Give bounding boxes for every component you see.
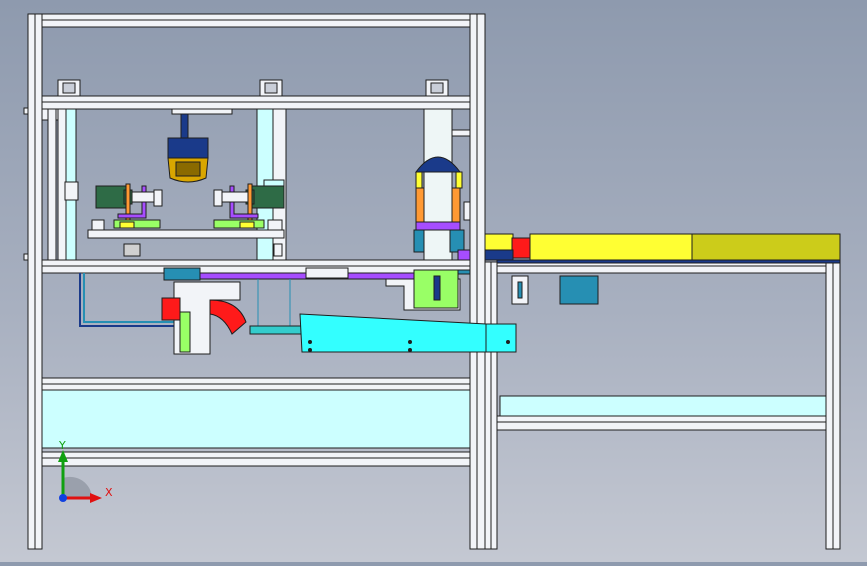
center-slot-plate xyxy=(305,267,349,279)
machine-drawing xyxy=(23,13,841,550)
triad-plane-shade xyxy=(63,476,92,498)
side-table-lower-beam xyxy=(496,415,827,431)
clamp-assembly-left xyxy=(91,183,163,257)
z-axis-dot xyxy=(59,494,67,502)
coordinate-triad: Y X xyxy=(58,440,113,503)
frame-lower-beam xyxy=(41,377,471,391)
top-fitting-left xyxy=(57,79,81,97)
frame-middle-upright xyxy=(469,13,498,550)
center-teal-bracket xyxy=(249,279,303,335)
side-table-cyan-panel xyxy=(499,395,827,417)
frame-left-upright xyxy=(27,13,43,550)
cad-viewport[interactable]: Y X xyxy=(0,0,867,562)
top-fitting-right xyxy=(425,79,449,97)
frame-middle-beam xyxy=(41,259,471,274)
left-upper-plate xyxy=(163,267,201,281)
frame-right-upright xyxy=(825,261,841,550)
x-axis-label: X xyxy=(105,486,113,499)
right-stack-cylinder xyxy=(413,108,471,261)
top-press-cylinder xyxy=(167,108,233,183)
side-conveyor xyxy=(484,233,841,264)
top-fitting-center xyxy=(259,79,283,97)
clamp-base-plate xyxy=(87,229,285,239)
x-axis-arrow xyxy=(90,493,102,503)
frame-upper-beam xyxy=(41,95,471,110)
clamp-assembly-right xyxy=(213,183,285,257)
side-table-fittings xyxy=(511,275,599,305)
y-axis-label: Y xyxy=(58,440,66,452)
frame-top-beam xyxy=(41,13,471,28)
chute-hopper xyxy=(161,281,247,355)
